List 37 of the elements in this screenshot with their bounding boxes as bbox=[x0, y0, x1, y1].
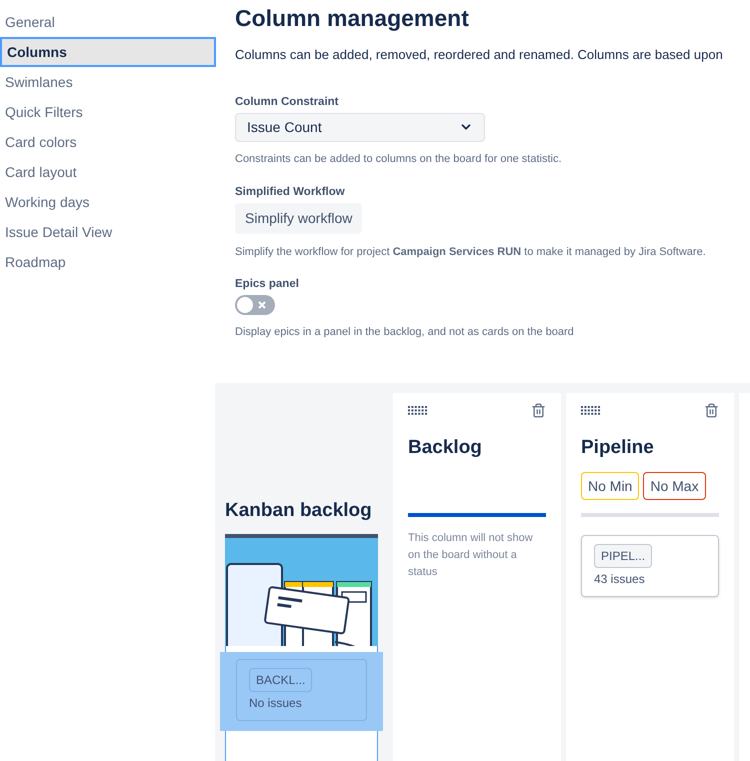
sidebar-item[interactable]: Issue Detail View bbox=[0, 217, 216, 247]
intro-text: Columns can be added, removed, reordered and renamed. Columns are based upon bbox=[235, 46, 723, 64]
column-title: Pipeline bbox=[581, 436, 655, 460]
min-limit-field[interactable]: No Min bbox=[581, 472, 640, 500]
sidebar-item[interactable]: Swimlanes bbox=[0, 67, 216, 97]
epics-toggle[interactable] bbox=[235, 295, 275, 316]
issue-count: No issues bbox=[249, 695, 302, 712]
trash-icon[interactable] bbox=[704, 403, 719, 418]
sidebar-item[interactable]: General bbox=[0, 7, 216, 37]
column-title: Backlog bbox=[408, 436, 483, 460]
sidebar-item[interactable]: Columns bbox=[0, 37, 216, 67]
trash-icon[interactable] bbox=[531, 403, 546, 418]
field-label: Epics panel bbox=[235, 277, 299, 292]
page-title: Column management bbox=[235, 4, 469, 32]
issue-count: 43 issues bbox=[594, 571, 645, 588]
field-label: Simplified Workflow bbox=[235, 185, 345, 200]
help-text: Constraints can be added to columns on the board for one statistic. bbox=[235, 152, 562, 167]
sidebar-item[interactable]: Roadmap bbox=[0, 247, 216, 277]
constraint-select[interactable]: Issue Count bbox=[235, 112, 485, 142]
max-limit-field[interactable]: No Max bbox=[643, 472, 706, 500]
close-icon bbox=[258, 301, 266, 310]
status-lozenge: PIPEL... bbox=[594, 544, 652, 568]
drag-handle-icon[interactable] bbox=[581, 406, 601, 416]
status-card[interactable]: PIPEL... 43 issues bbox=[581, 535, 719, 597]
sidebar-item[interactable]: Working days bbox=[0, 187, 216, 217]
status-card[interactable]: BACKL... No issues bbox=[236, 659, 367, 721]
simplify-workflow-button[interactable]: Simplify workflow bbox=[235, 202, 362, 234]
sidebar-item[interactable]: Card layout bbox=[0, 157, 216, 187]
sidebar-item[interactable]: Quick Filters bbox=[0, 97, 216, 127]
help-text: Display epics in a panel in the backlog, and not as cards on the board bbox=[235, 325, 574, 340]
column-note: This column will not show on the board without a status bbox=[408, 531, 534, 580]
drag-handle-icon[interactable] bbox=[408, 406, 428, 416]
help-text: Simplify the workflow for project Campaign Services RUN to make it managed by Jira Software. bbox=[235, 244, 706, 260]
sidebar-item[interactable]: Card colors bbox=[0, 127, 216, 157]
column-title: Kanban backlog bbox=[225, 499, 373, 523]
status-lozenge: BACKL... bbox=[249, 668, 312, 692]
field-label: Column Constraint bbox=[235, 94, 338, 110]
